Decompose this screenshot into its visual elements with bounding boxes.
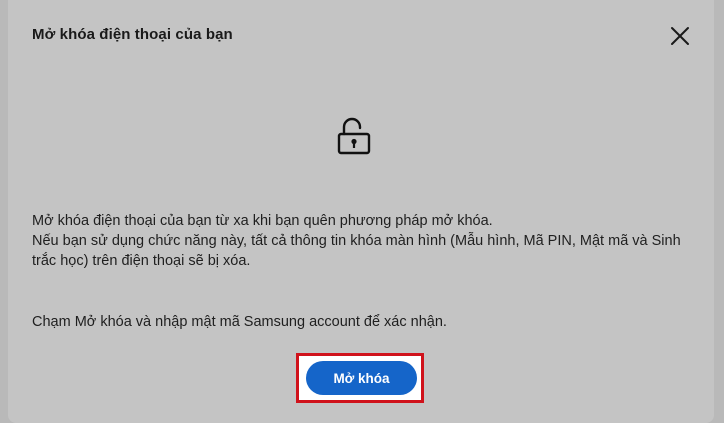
description-line-1: Mở khóa điện thoại của bạn từ xa khi bạn… xyxy=(32,213,493,229)
dialog-title: Mở khóa điện thoại của bạn xyxy=(32,26,233,43)
dialog-description: Mở khóa điện thoại của bạn từ xa khi bạn… xyxy=(32,211,702,271)
close-icon[interactable] xyxy=(668,24,692,48)
unlocked-padlock-icon xyxy=(336,116,372,156)
confirm-instruction: Chạm Mở khóa và nhập mật mã Samsung acco… xyxy=(32,314,447,330)
description-line-2: Nếu bạn sử dụng chức năng này, tất cả th… xyxy=(32,233,681,269)
unlock-button[interactable]: Mở khóa xyxy=(306,361,417,395)
